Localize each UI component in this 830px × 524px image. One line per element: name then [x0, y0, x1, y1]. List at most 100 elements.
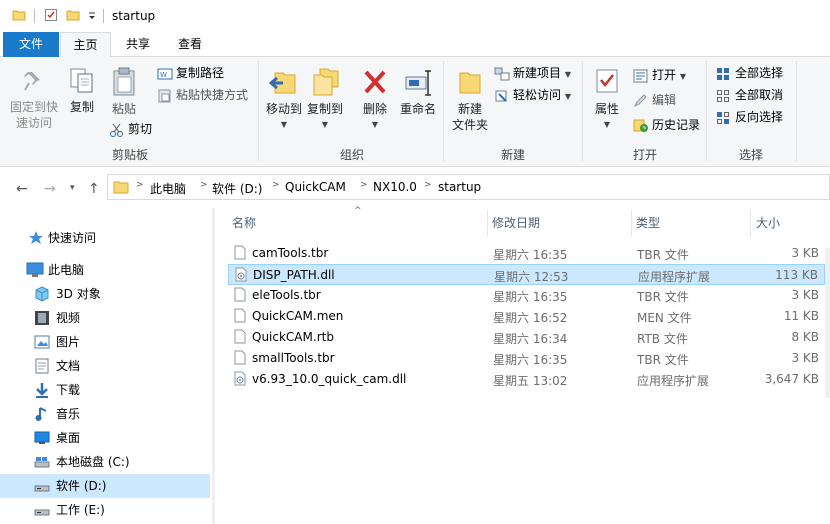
delete-button[interactable]: 删除 ▼ [359, 67, 391, 133]
nav-item-drive-d[interactable]: 软件 (D:) [0, 474, 210, 498]
new-folder-button[interactable]: 新建 文件夹 [449, 67, 491, 133]
divider [34, 9, 35, 23]
column-header-size[interactable]: 大小 [756, 208, 780, 238]
forward-arrow-icon[interactable]: → [44, 181, 56, 197]
copy-button[interactable]: 复制 [66, 67, 98, 115]
file-row[interactable]: eleTools.tbr 星期六 16:35 TBR 文件 3 KB [228, 285, 825, 306]
breadcrumb-separator-icon[interactable]: > [360, 180, 368, 190]
file-row[interactable]: smallTools.tbr 星期六 16:35 TBR 文件 3 KB [228, 348, 825, 369]
drive-e-icon [34, 502, 50, 524]
divider [796, 61, 797, 161]
rename-label: 重命名 [399, 102, 436, 116]
move-to-button[interactable]: 移动到 ▼ [264, 67, 304, 133]
breadcrumb-separator-icon[interactable]: > [136, 180, 144, 190]
file-list-scrollbar[interactable] [825, 248, 830, 398]
address-bar[interactable]: > 此电脑 > 软件 (D:) > QuickCAM > NX10.0 > st… [107, 174, 830, 200]
history-button[interactable]: 历史记录 [633, 115, 700, 135]
new-item-button[interactable]: 新建项目 ▼ [494, 63, 571, 83]
back-arrow-icon[interactable]: ← [16, 181, 28, 197]
nav-item-desktop[interactable]: 桌面 [0, 426, 210, 450]
breadcrumb-separator-icon[interactable]: > [272, 180, 280, 190]
new-folder-quick-access-icon[interactable] [66, 8, 80, 25]
properties-quick-access-icon[interactable] [44, 8, 58, 25]
breadcrumb-drive-d[interactable]: 软件 (D:) [212, 180, 262, 197]
file-size: 113 KB [775, 268, 818, 282]
breadcrumb-this-pc[interactable]: 此电脑 [150, 180, 186, 197]
select-none-button[interactable]: 全部取消 [716, 85, 783, 105]
file-size: 3,647 KB [764, 372, 819, 386]
nav-item-documents[interactable]: 文档 [0, 354, 210, 378]
nav-label: 视频 [56, 311, 81, 325]
file-row-selected[interactable]: DISP_PATH.dll 星期六 12:53 应用程序扩展 113 KB [228, 264, 825, 285]
folder-icon [113, 179, 129, 198]
column-header-type[interactable]: 类型 [636, 208, 660, 238]
nav-item-this-pc[interactable]: 此电脑 [0, 258, 210, 282]
ribbon-tabs: 文件 主页 共享 查看 [0, 32, 830, 58]
nav-item-drive-c[interactable]: 本地磁盘 (C:) [0, 450, 210, 474]
copy-to-button[interactable]: 复制到 ▼ [305, 67, 345, 133]
group-label-new: 新建 [500, 148, 525, 162]
pin-label: 固定到快 速访问 [9, 100, 58, 130]
file-date: 星期六 16:35 [493, 290, 568, 304]
column-divider[interactable] [487, 210, 488, 236]
chevron-down-icon: ▼ [371, 120, 379, 129]
new-item-label: 新建项目 [513, 66, 562, 80]
nav-item-3d-objects[interactable]: 3D 对象 [0, 282, 210, 306]
customize-quick-access-icon[interactable] [87, 10, 97, 24]
rename-button[interactable]: 重命名 [398, 67, 438, 117]
cut-button[interactable]: 剪切 [109, 119, 152, 139]
nav-item-music[interactable]: 音乐 [0, 402, 210, 426]
select-all-icon [717, 67, 729, 80]
new-item-icon [494, 67, 510, 80]
nav-item-quick-access[interactable]: 快速访问 [0, 226, 210, 250]
breadcrumb-separator-icon[interactable]: > [200, 180, 208, 190]
paste-shortcut-button[interactable]: 粘贴快捷方式 [157, 85, 248, 105]
new-folder-label: 新建 文件夹 [451, 102, 488, 132]
file-type: MEN 文件 [637, 311, 692, 325]
file-icon [234, 350, 246, 368]
paste-button[interactable]: 粘贴 [106, 67, 142, 117]
pin-quick-access-button[interactable]: 固定到快 速访问 [6, 69, 62, 131]
column-divider[interactable] [750, 210, 751, 236]
file-row[interactable]: camTools.tbr 星期六 16:35 TBR 文件 3 KB [228, 243, 825, 264]
nav-item-downloads[interactable]: 下载 [0, 378, 210, 402]
nav-item-videos[interactable]: 视频 [0, 306, 210, 330]
up-arrow-icon[interactable]: ↑ [88, 181, 100, 197]
column-divider[interactable] [631, 210, 632, 236]
tab-file[interactable]: 文件 [3, 32, 59, 57]
file-name: QuickCAM.men [252, 309, 344, 323]
tab-view[interactable]: 查看 [166, 32, 214, 57]
column-header-date[interactable]: 修改日期 [492, 208, 540, 238]
star-icon [28, 230, 44, 254]
copy-path-button[interactable]: W 复制路径 [157, 63, 224, 83]
nav-item-drive-e[interactable]: 工作 (E:) [0, 498, 210, 522]
file-date: 星期六 12:53 [494, 270, 569, 284]
svg-text:W: W [160, 71, 167, 79]
tab-share[interactable]: 共享 [114, 32, 162, 57]
breadcrumb-separator-icon[interactable]: > [424, 180, 432, 190]
column-header-name[interactable]: 名称 [232, 208, 256, 238]
tab-home[interactable]: 主页 [60, 32, 111, 58]
history-label: 历史记录 [652, 118, 701, 132]
recent-locations-chevron-icon[interactable]: ▾ [70, 183, 75, 193]
folder-icon [12, 8, 26, 25]
easy-access-button[interactable]: 轻松访问 ▼ [494, 85, 571, 105]
edit-button[interactable]: 编辑 [633, 90, 676, 110]
file-row[interactable]: QuickCAM.rtb 星期六 16:34 RTB 文件 8 KB [228, 327, 825, 348]
move-to-icon [268, 72, 296, 94]
paste-shortcut-icon [158, 89, 171, 102]
nav-item-pictures[interactable]: 图片 [0, 330, 210, 354]
open-button[interactable]: 打开 ▼ [633, 65, 686, 85]
invert-selection-button[interactable]: 反向选择 [716, 107, 783, 127]
file-icon [234, 329, 246, 347]
properties-button[interactable]: 属性 ▼ [590, 67, 624, 133]
breadcrumb-quickcam[interactable]: QuickCAM [285, 180, 346, 194]
breadcrumb-startup[interactable]: startup [438, 180, 481, 194]
sort-ascending-icon: ^ [354, 206, 362, 216]
file-type: RTB 文件 [637, 332, 688, 346]
file-row[interactable]: v6.93_10.0_quick_cam.dll 星期五 13:02 应用程序扩… [228, 369, 825, 390]
breadcrumb-nx10[interactable]: NX10.0 [373, 180, 417, 194]
file-row[interactable]: QuickCAM.men 星期六 16:52 MEN 文件 11 KB [228, 306, 825, 327]
select-all-button[interactable]: 全部选择 [716, 63, 783, 83]
history-icon [633, 119, 648, 132]
